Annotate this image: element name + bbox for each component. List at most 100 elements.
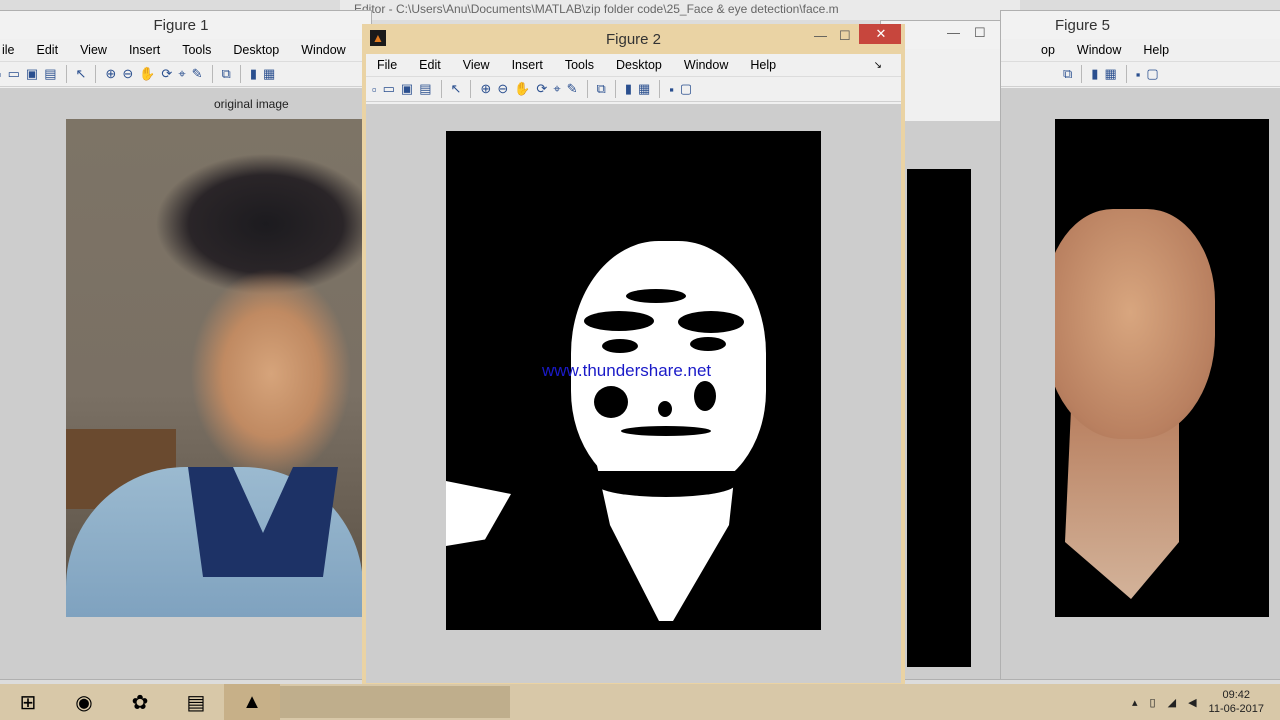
menu-desktop[interactable]: Desktop — [222, 43, 290, 57]
link-icon[interactable]: ⧉ — [1063, 66, 1072, 82]
close-icon[interactable]: ✕ — [859, 24, 901, 44]
menu-window[interactable]: Window — [290, 43, 356, 57]
save-icon[interactable]: ▣ — [26, 66, 38, 82]
menu-help[interactable]: Help — [1132, 43, 1180, 57]
right-eyebrow — [678, 311, 744, 333]
pan-icon[interactable]: ✋ — [139, 66, 155, 82]
legend-icon[interactable]: ▦ — [1104, 66, 1116, 82]
menu-tools[interactable]: Tools — [554, 58, 605, 72]
taskbar-preview[interactable] — [280, 686, 510, 718]
figure1-window[interactable]: Figure 1 ile Edit View Insert Tools Desk… — [0, 10, 372, 680]
menu-tools[interactable]: Tools — [171, 43, 222, 57]
start-icon[interactable]: ⊞ — [0, 684, 56, 720]
zoom-out-icon[interactable]: ⊖ — [122, 66, 133, 82]
hide-tools-icon[interactable]: ▪ — [669, 82, 674, 97]
menu-window[interactable]: Window — [1066, 43, 1132, 57]
zoom-out-icon[interactable]: ⊖ — [497, 81, 508, 97]
hide-tools-icon[interactable]: ▪ — [1136, 67, 1141, 82]
brush-icon[interactable]: ✎ — [567, 81, 578, 97]
chrome-icon[interactable]: ◉ — [56, 684, 112, 720]
colorbar-icon[interactable]: ▮ — [250, 66, 257, 82]
editor-window[interactable]: Editor - C:\Users\Anu\Documents\MATLAB\z… — [340, 0, 1020, 20]
binary-face-image: www.thundershare.net — [446, 131, 821, 630]
print-icon[interactable]: ▤ — [419, 81, 431, 97]
new-file-icon[interactable]: ▫ — [0, 67, 2, 82]
menu-insert[interactable]: Insert — [118, 43, 171, 57]
minimize-icon[interactable]: — — [947, 25, 960, 40]
maximize-icon[interactable]: ☐ — [839, 28, 851, 44]
toolbar-separator — [65, 65, 67, 83]
menu-desktop[interactable]: Desktop — [605, 58, 673, 72]
menu-edit[interactable]: Edit — [408, 58, 452, 72]
matlab-icon[interactable]: ▲ — [224, 684, 280, 720]
battery-icon[interactable]: ▯ — [1150, 696, 1156, 709]
menu-desktop[interactable]: op — [1001, 43, 1066, 57]
figure1-menubar: ile Edit View Insert Tools Desktop Windo… — [0, 39, 371, 61]
figure5-window[interactable]: Figure 5 op Window Help ⧉ ▮ ▦ ▪ ▢ — [1000, 10, 1280, 680]
colorbar-icon[interactable]: ▮ — [1091, 66, 1098, 82]
menu-edit[interactable]: Edit — [26, 43, 70, 57]
binary-image-partial — [907, 169, 971, 667]
toolbar-separator — [95, 65, 97, 83]
figure5-titlebar[interactable]: Figure 5 — [1001, 11, 1280, 39]
explorer-icon[interactable]: ▤ — [168, 684, 224, 720]
paint-icon[interactable]: ✿ — [112, 684, 168, 720]
legend-icon[interactable]: ▦ — [263, 66, 275, 82]
open-folder-icon[interactable]: ▭ — [8, 66, 20, 82]
menu-file[interactable]: File — [366, 58, 408, 72]
rotate-icon[interactable]: ⟳ — [161, 66, 172, 82]
nose-mark — [658, 401, 672, 417]
pointer-icon[interactable]: ↖ — [451, 81, 462, 97]
menu-window[interactable]: Window — [673, 58, 739, 72]
figure1-titlebar[interactable]: Figure 1 — [0, 11, 371, 39]
colorbar-icon[interactable]: ▮ — [625, 81, 632, 97]
watermark-text: www.thundershare.net — [542, 361, 712, 380]
menu-insert[interactable]: Insert — [501, 58, 554, 72]
link-icon[interactable]: ⧉ — [222, 66, 231, 82]
show-hidden-icons-icon[interactable]: ▴ — [1132, 696, 1138, 709]
rotate-icon[interactable]: ⟳ — [536, 81, 547, 97]
zoom-in-icon[interactable]: ⊕ — [105, 66, 116, 82]
face-detected-image — [1055, 119, 1269, 617]
maximize-icon[interactable]: ☐ — [974, 25, 986, 41]
axis-title: original image — [214, 97, 289, 111]
mouth-mark — [621, 426, 711, 436]
right-cheek-shadow — [694, 381, 716, 411]
pan-icon[interactable]: ✋ — [514, 81, 530, 97]
link-icon[interactable]: ⧉ — [597, 81, 606, 97]
dock-icon[interactable]: ▢ — [680, 81, 692, 97]
data-cursor-icon[interactable]: ⌖ — [178, 66, 185, 82]
dock-arrow-icon[interactable]: ↘ — [863, 60, 893, 71]
figure5-menubar: op Window Help — [1001, 39, 1280, 61]
taskbar: ⊞ ◉ ✿ ▤ ▲ ▴ ▯ ◢ ◀ 09:42 11-06-2017 — [0, 684, 1280, 720]
matlab-icon: ▲ — [370, 30, 386, 46]
figure2-content: File Edit View Insert Tools Desktop Wind… — [366, 54, 901, 683]
open-folder-icon[interactable]: ▭ — [383, 81, 395, 97]
legend-icon[interactable]: ▦ — [638, 81, 650, 97]
menu-file[interactable]: ile — [0, 43, 26, 57]
menu-view[interactable]: View — [452, 58, 501, 72]
print-icon[interactable]: ▤ — [44, 66, 56, 82]
zoom-in-icon[interactable]: ⊕ — [480, 81, 491, 97]
network-icon[interactable]: ◢ — [1168, 696, 1176, 709]
clock[interactable]: 09:42 11-06-2017 — [1209, 688, 1264, 716]
figure2-title: Figure 2 — [605, 30, 662, 48]
figure2-window[interactable]: ▲ Figure 2 — ☐ ✕ File Edit View Insert T… — [362, 24, 905, 687]
minimize-icon[interactable]: — — [814, 28, 827, 43]
figure2-titlebar[interactable]: ▲ Figure 2 — ☐ ✕ — [366, 24, 901, 54]
dock-icon[interactable]: ▢ — [1146, 66, 1158, 82]
menu-help[interactable]: Help — [739, 58, 787, 72]
clock-time: 09:42 — [1222, 689, 1251, 701]
figure5-title: Figure 5 — [1055, 17, 1111, 34]
toolbar-separator — [470, 80, 472, 98]
data-cursor-icon[interactable]: ⌖ — [553, 81, 560, 97]
save-icon[interactable]: ▣ — [401, 81, 413, 97]
menu-view[interactable]: View — [69, 43, 118, 57]
pointer-icon[interactable]: ↖ — [76, 66, 87, 82]
editor-title: Editor - C:\Users\Anu\Documents\MATLAB\z… — [354, 2, 839, 16]
toolbar-separator — [659, 80, 661, 98]
toolbar-separator — [614, 80, 616, 98]
new-file-icon[interactable]: ▫ — [372, 82, 377, 97]
volume-icon[interactable]: ◀ — [1188, 696, 1196, 709]
brush-icon[interactable]: ✎ — [192, 66, 203, 82]
